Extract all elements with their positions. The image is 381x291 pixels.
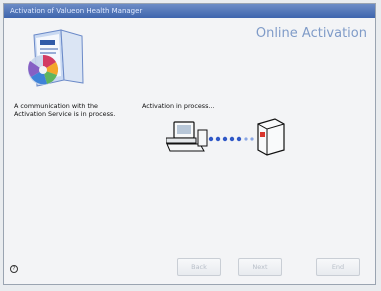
communication-message: A communication with the Activation Serv… [14, 102, 116, 118]
activation-diagram-svg [165, 118, 285, 156]
next-button[interactable]: Next [238, 258, 282, 276]
activation-diagram [165, 116, 288, 164]
product-box-icon [26, 28, 88, 94]
activation-status: Activation in process... [142, 102, 215, 110]
end-button[interactable]: End [316, 258, 360, 276]
progress-dots [208, 136, 254, 142]
help-icon[interactable]: ? [10, 265, 18, 273]
server-icon [257, 118, 285, 156]
back-button[interactable]: Back [177, 258, 221, 276]
activation-window: Activation of Valueon Health Manager Onl… [3, 3, 376, 285]
page-title: Online Activation [255, 26, 367, 41]
wizard-buttons: Back Next End [4, 258, 375, 278]
product-box-icon-svg [28, 29, 84, 87]
window-title: Activation of Valueon Health Manager [10, 7, 143, 15]
computer-icon [165, 121, 208, 152]
window-title-bar: Activation of Valueon Health Manager [4, 4, 375, 18]
